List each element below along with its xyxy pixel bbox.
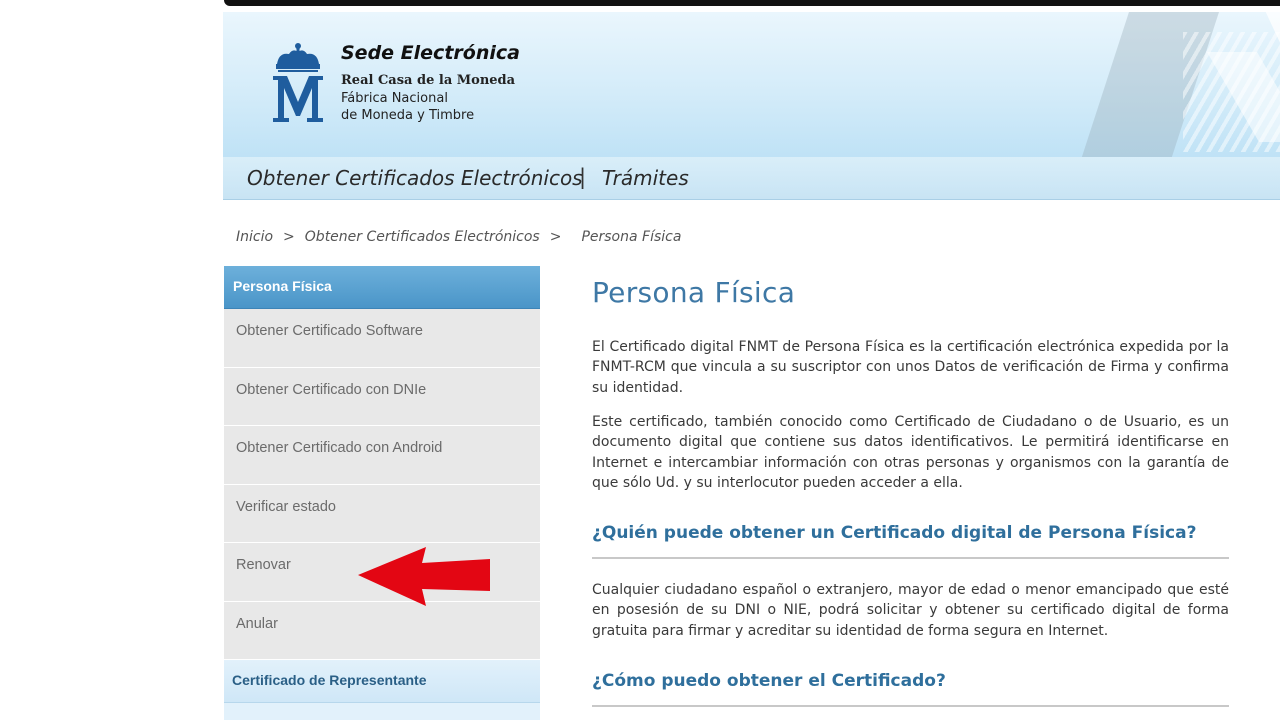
- top-dark-bar: [224, 0, 1280, 6]
- eligibility-paragraph: Cualquier ciudadano español o extranjero…: [592, 582, 1229, 639]
- org-name-line3: de Moneda y Timbre: [341, 108, 475, 123]
- sidebar-header[interactable]: Persona Física: [224, 266, 540, 309]
- sidebar-section-next[interactable]: [224, 703, 540, 720]
- sidebar: Persona Física Obtener Certificado Softw…: [224, 266, 540, 720]
- sidebar-item-obtener-software[interactable]: Obtener Certificado Software: [224, 309, 540, 368]
- sidebar-item-verificar-estado[interactable]: Verificar estado: [224, 484, 540, 543]
- nav-item-tramites[interactable]: Trámites: [602, 166, 689, 190]
- site-title: Sede Electrónica: [341, 42, 520, 64]
- crowned-m-emblem-icon[interactable]: [267, 42, 329, 124]
- description-paragraph: Este certificado, también conocido como …: [592, 414, 1229, 491]
- sidebar-item-anular[interactable]: Anular: [224, 601, 540, 660]
- breadcrumb-separator: >: [283, 229, 295, 245]
- red-arrow-left-icon: [358, 547, 490, 606]
- intro-paragraph: El Certificado digital FNMT de Persona F…: [592, 339, 1229, 396]
- breadcrumb-item-inicio[interactable]: Inicio: [236, 229, 273, 245]
- org-name-line1: Real Casa de la Moneda: [341, 73, 516, 88]
- org-name-line2: Fábrica Nacional: [341, 91, 448, 106]
- section-heading-quien[interactable]: ¿Quién puede obtener un Certificado digi…: [592, 523, 1229, 559]
- nav-item-obtener-certificados[interactable]: Obtener Certificados Electrónicos: [247, 166, 583, 190]
- breadcrumb-item-obtener-certificados[interactable]: Obtener Certificados Electrónicos: [305, 229, 540, 245]
- sidebar-item-obtener-android[interactable]: Obtener Certificado con Android: [224, 426, 540, 485]
- main-content: Persona Física El Certificado digital FN…: [592, 276, 1229, 707]
- page-title: Persona Física: [592, 276, 796, 309]
- sidebar-item-obtener-dnie[interactable]: Obtener Certificado con DNIe: [224, 367, 540, 426]
- section-heading-como[interactable]: ¿Cómo puedo obtener el Certificado?: [592, 671, 1229, 707]
- nav-separator: |: [579, 165, 587, 189]
- main-nav: Obtener Certificados Electrónicos | Trám…: [223, 157, 1280, 200]
- sidebar-section-representante[interactable]: Certificado de Representante: [224, 660, 540, 703]
- header-banner: Sede Electrónica Real Casa de la Moneda …: [223, 12, 1280, 157]
- breadcrumb-separator: >: [549, 229, 562, 245]
- breadcrumb: Inicio > Obtener Certificados Electrónicos…: [236, 229, 681, 245]
- breadcrumb-item-current: Persona Física: [581, 229, 682, 245]
